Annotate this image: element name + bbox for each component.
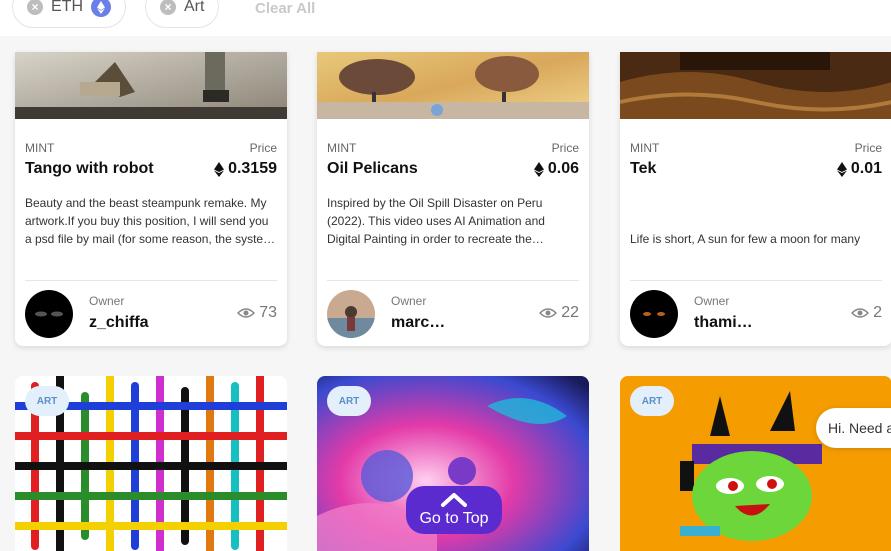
remove-filter-icon[interactable]: ×	[27, 0, 43, 15]
remove-filter-icon[interactable]: ×	[160, 0, 176, 15]
owner-label: Owner	[694, 294, 730, 308]
nft-image[interactable]	[620, 52, 891, 119]
card-price: 0.06	[533, 160, 579, 178]
filter-chip-eth[interactable]: × ETH	[12, 0, 126, 28]
owner-name[interactable]: z_chiffa	[89, 314, 149, 332]
filter-chip-label: ETH	[51, 0, 83, 15]
card-title[interactable]: Tango with robot	[25, 160, 154, 178]
card-type-label: MINT	[25, 141, 55, 155]
price-value: 0.3159	[228, 160, 277, 177]
card-description: Beauty and the beast steampunk remake. M…	[25, 196, 276, 246]
avatar[interactable]	[327, 290, 375, 338]
avatar[interactable]	[630, 290, 678, 338]
ethereum-icon	[91, 0, 111, 17]
clear-all-button[interactable]: Clear All	[255, 0, 315, 17]
view-count-value: 2	[873, 304, 882, 321]
nft-image[interactable]	[317, 52, 589, 119]
card-title[interactable]: Oil Pelicans	[327, 160, 418, 178]
nft-image[interactable]	[15, 52, 287, 119]
card-price: 0.01	[836, 160, 882, 178]
card-title[interactable]: Tek	[630, 160, 656, 178]
price-label: Price	[249, 141, 277, 155]
view-count: 22	[539, 304, 579, 322]
eye-icon	[237, 308, 256, 318]
ethereum-icon	[533, 161, 544, 177]
view-count-value: 73	[259, 304, 277, 321]
nft-card[interactable]: MINT Price Tek 0.01 Life is short, A sun…	[620, 52, 891, 346]
divider	[25, 280, 277, 281]
price-value: 0.01	[850, 160, 882, 177]
category-badge: ART	[630, 386, 674, 416]
category-badge: ART	[327, 386, 371, 416]
price-label: Price	[854, 141, 882, 155]
card-type-label: MINT	[327, 141, 357, 155]
filter-chip-label: Art	[184, 0, 205, 15]
eye-icon	[539, 308, 558, 318]
view-count-value: 22	[561, 304, 579, 321]
card-price: 0.3159	[214, 160, 277, 178]
owner-name[interactable]: thami…	[694, 314, 753, 332]
go-to-top-button[interactable]: Go to Top	[406, 486, 502, 534]
eye-icon	[851, 308, 870, 318]
nft-card[interactable]: ART	[620, 376, 891, 551]
owner-label: Owner	[89, 294, 125, 308]
chevron-up-icon	[441, 493, 467, 507]
owner-name[interactable]: marc…	[391, 314, 445, 332]
nft-card[interactable]: MINT Price Tango with robot 0.3159 Beaut…	[15, 52, 287, 346]
nft-card[interactable]: ART	[15, 376, 287, 551]
chat-message: Hi. Need a	[828, 420, 891, 436]
ethereum-icon	[836, 161, 847, 177]
filter-bar: × ETH × Art Clear All	[0, 0, 891, 36]
price-label: Price	[551, 141, 579, 155]
avatar[interactable]	[25, 290, 73, 338]
chat-widget-bubble[interactable]: Hi. Need a	[816, 408, 891, 448]
card-description: Life is short, A sun for few a moon for …	[630, 232, 861, 246]
category-badge: ART	[25, 386, 69, 416]
filter-chip-art[interactable]: × Art	[145, 0, 220, 28]
card-type-label: MINT	[630, 141, 660, 155]
divider	[327, 280, 579, 281]
nft-card[interactable]: MINT Price Oil Pelicans 0.06 Inspired by…	[317, 52, 589, 346]
view-count: 2	[851, 304, 882, 322]
price-value: 0.06	[547, 160, 579, 177]
owner-label: Owner	[391, 294, 427, 308]
card-description: Inspired by the Oil Spill Disaster on Pe…	[327, 196, 545, 246]
view-count: 73	[237, 304, 277, 322]
ethereum-icon	[214, 161, 225, 177]
go-to-top-label: Go to Top	[419, 510, 489, 527]
divider	[630, 280, 882, 281]
